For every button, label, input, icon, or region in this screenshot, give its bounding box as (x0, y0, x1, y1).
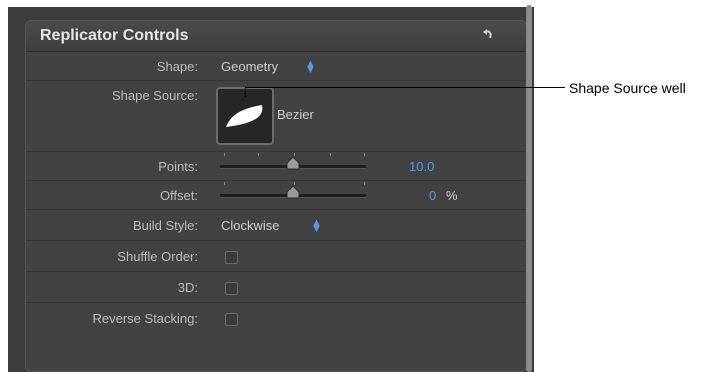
three-d-label: 3D: (177, 280, 198, 295)
slider-thumb-icon[interactable] (286, 156, 300, 175)
shape-source-name: Bezier (277, 107, 314, 122)
reverse-stacking-label: Reverse Stacking: (92, 311, 199, 326)
offset-value[interactable]: 0 (429, 188, 436, 203)
reset-arrow-icon[interactable] (480, 28, 496, 49)
popup-arrows-icon[interactable]: ▲ ▼ (305, 59, 316, 76)
callout-label: Shape Source well (569, 80, 686, 96)
points-label: Points: (158, 159, 198, 174)
points-value[interactable]: 10.0 (409, 159, 434, 174)
three-d-row: 3D: (26, 272, 526, 303)
three-d-checkbox[interactable] (225, 282, 238, 295)
bezier-shape-icon (226, 105, 263, 127)
reverse-stacking-row: Reverse Stacking: (26, 303, 526, 333)
offset-row: Offset: 0 % (26, 181, 526, 210)
popup-arrows-icon[interactable]: ▲ ▼ (311, 218, 322, 235)
shuffle-order-checkbox[interactable] (225, 251, 238, 264)
scrollbar[interactable] (526, 5, 532, 372)
build-style-row: Build Style: Clockwise ▲ ▼ (26, 210, 526, 241)
callout-leader-horizontal (245, 87, 565, 88)
shuffle-order-label: Shuffle Order: (117, 249, 198, 264)
shape-source-label: Shape Source: (111, 88, 198, 103)
shape-popup[interactable]: Geometry (221, 59, 278, 74)
callout-leader-vertical (245, 87, 246, 97)
offset-unit: % (446, 188, 458, 203)
replicator-controls-group: Replicator Controls Shape: Geometry ▲ ▼ S… (25, 20, 527, 372)
build-style-label: Build Style: (132, 218, 198, 233)
points-slider[interactable] (220, 153, 366, 170)
slider-thumb-icon[interactable] (286, 185, 300, 204)
inspector-panel: Replicator Controls Shape: Geometry ▲ ▼ S… (8, 7, 534, 372)
reverse-stacking-checkbox[interactable] (225, 313, 238, 326)
shape-label: Shape: (156, 59, 198, 74)
group-header: Replicator Controls (26, 21, 526, 52)
offset-label: Offset: (159, 188, 198, 203)
shape-row: Shape: Geometry ▲ ▼ (26, 52, 526, 81)
offset-slider[interactable] (220, 182, 366, 199)
group-title: Replicator Controls (40, 27, 189, 44)
shape-source-row: Shape Source: Bezier (26, 81, 526, 152)
build-style-popup[interactable]: Clockwise (221, 218, 280, 233)
shuffle-order-row: Shuffle Order: (26, 241, 526, 272)
points-row: Points: 10.0 (26, 152, 526, 181)
